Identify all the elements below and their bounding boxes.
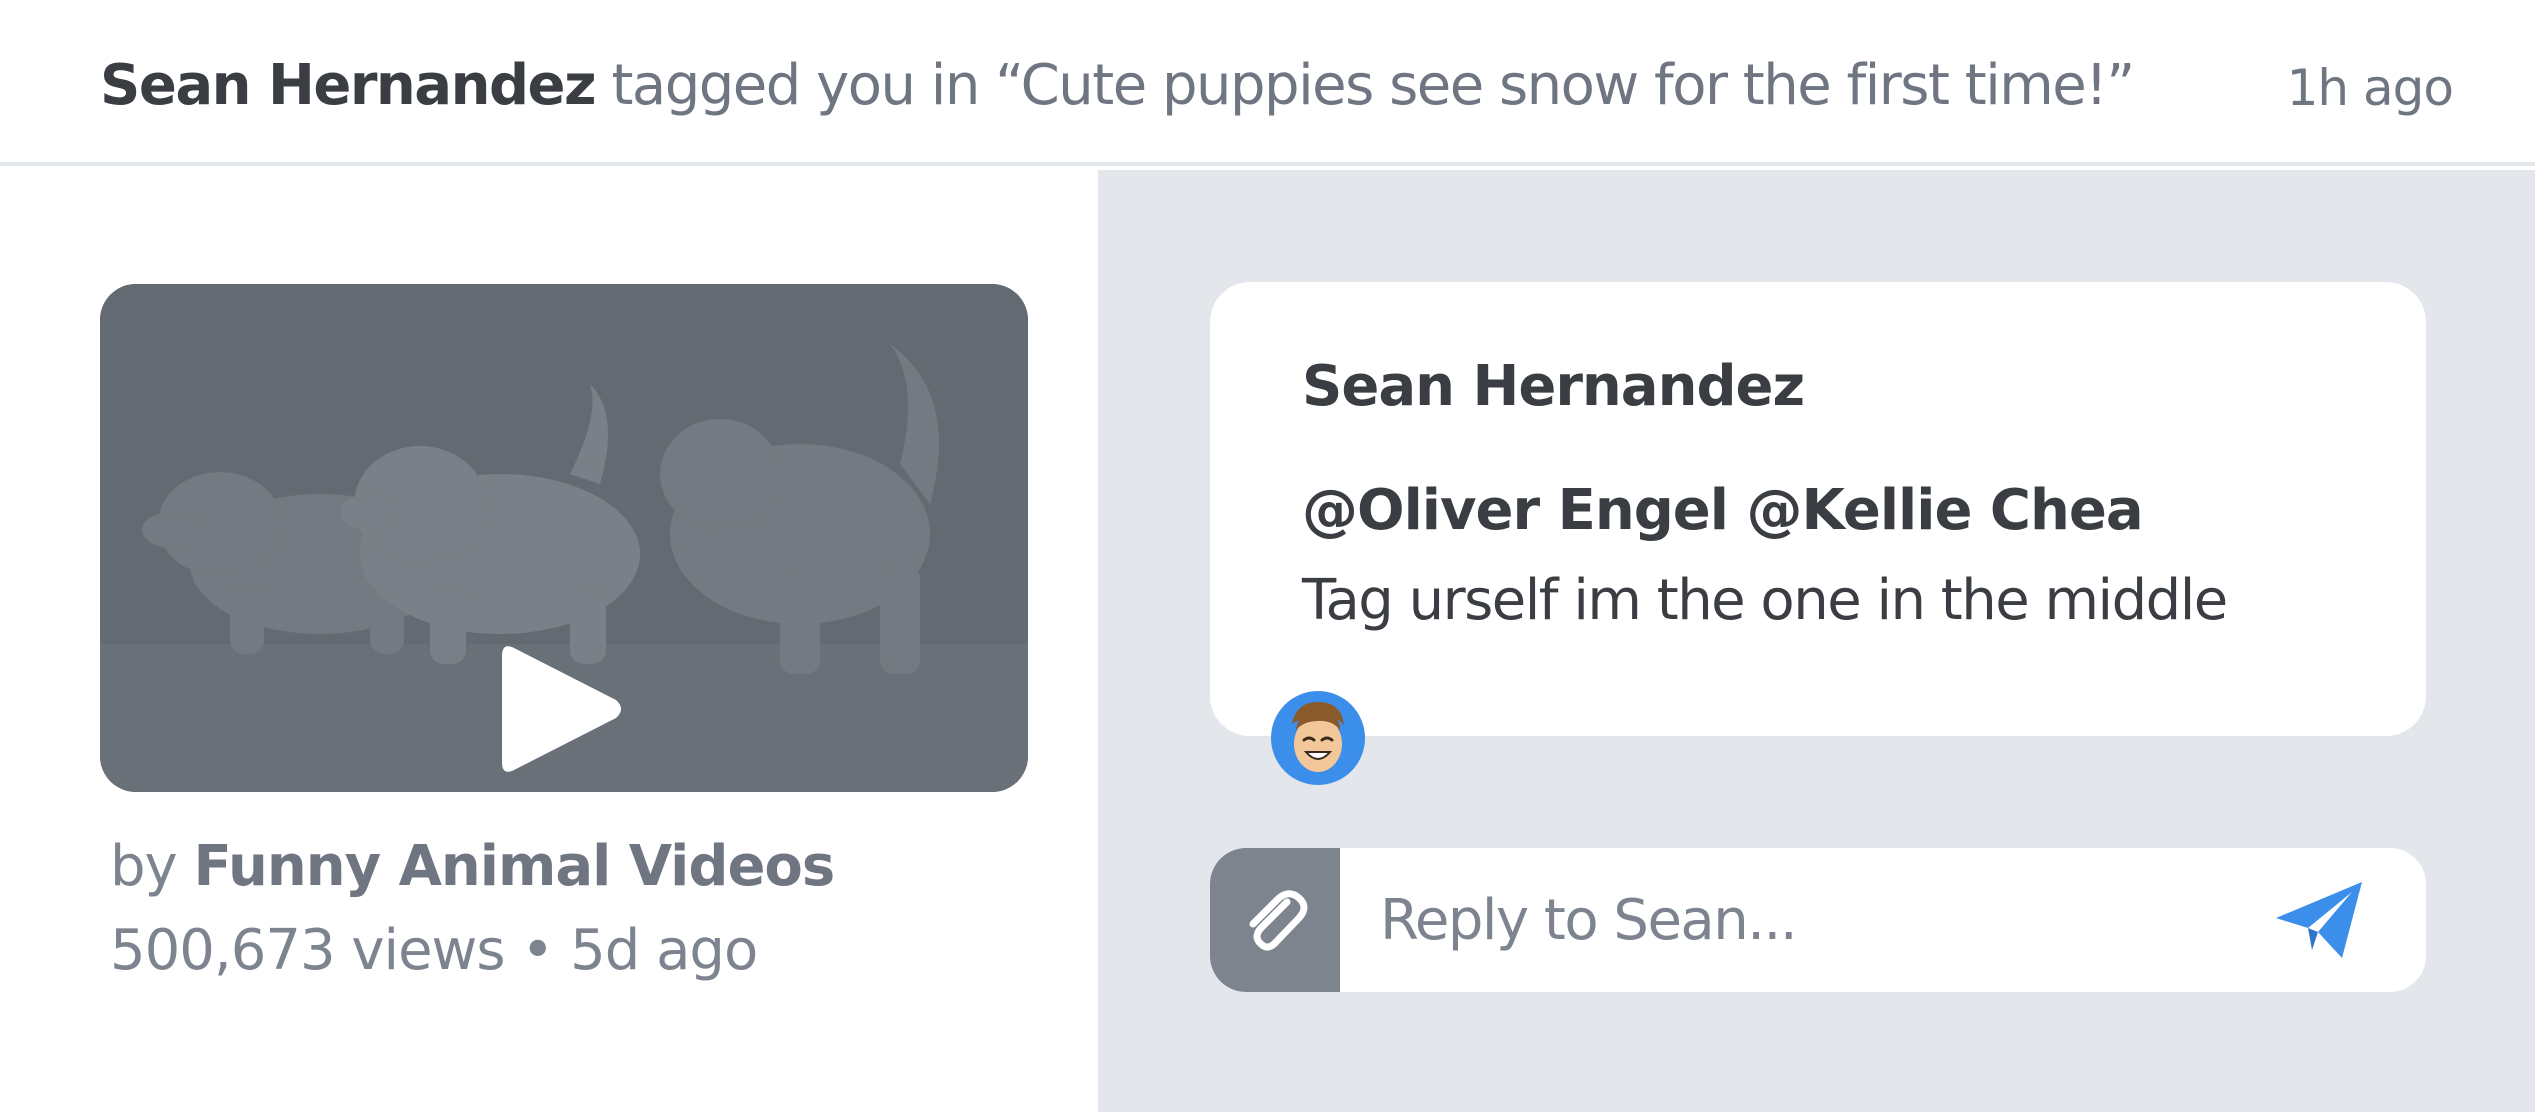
notification-summary: Sean Hernandez tagged you in “Cute puppi… bbox=[100, 53, 2135, 118]
send-icon[interactable] bbox=[2272, 878, 2366, 962]
comment-author[interactable]: Sean Hernandez bbox=[1302, 352, 1805, 422]
comment-panel: Sean Hernandez @Oliver Engel @Kellie Che… bbox=[1098, 170, 2535, 1112]
comment-text: Tag urself im the one in the middle bbox=[1302, 568, 2228, 633]
notification-action: tagged you in “Cute puppies see snow for… bbox=[611, 53, 2135, 118]
video-panel: by Funny Animal Videos 500,673 views • 5… bbox=[0, 170, 1098, 1112]
notification-header: Sean Hernandez tagged you in “Cute puppi… bbox=[0, 0, 2535, 166]
video-byline: by Funny Animal Videos bbox=[110, 832, 836, 902]
comment-mentions[interactable]: @Oliver Engel @Kellie Chea bbox=[1302, 476, 2144, 546]
channel-name[interactable]: Funny Animal Videos bbox=[194, 834, 836, 899]
avatar[interactable] bbox=[1270, 690, 1366, 786]
video-stats: 500,673 views • 5d ago bbox=[110, 918, 758, 983]
attach-button[interactable] bbox=[1210, 848, 1340, 992]
byline-prefix: by bbox=[110, 834, 178, 899]
comment-bubble: Sean Hernandez @Oliver Engel @Kellie Che… bbox=[1210, 282, 2426, 736]
notification-time: 1h ago bbox=[2286, 59, 2454, 117]
notification-actor[interactable]: Sean Hernandez bbox=[100, 53, 597, 118]
paperclip-icon bbox=[1249, 890, 1308, 951]
notification-detail: Sean Hernandez tagged you in “Cute puppi… bbox=[0, 0, 2535, 1112]
reply-bar bbox=[1210, 848, 2426, 992]
reply-input[interactable] bbox=[1380, 884, 2240, 956]
play-icon[interactable] bbox=[492, 634, 632, 784]
